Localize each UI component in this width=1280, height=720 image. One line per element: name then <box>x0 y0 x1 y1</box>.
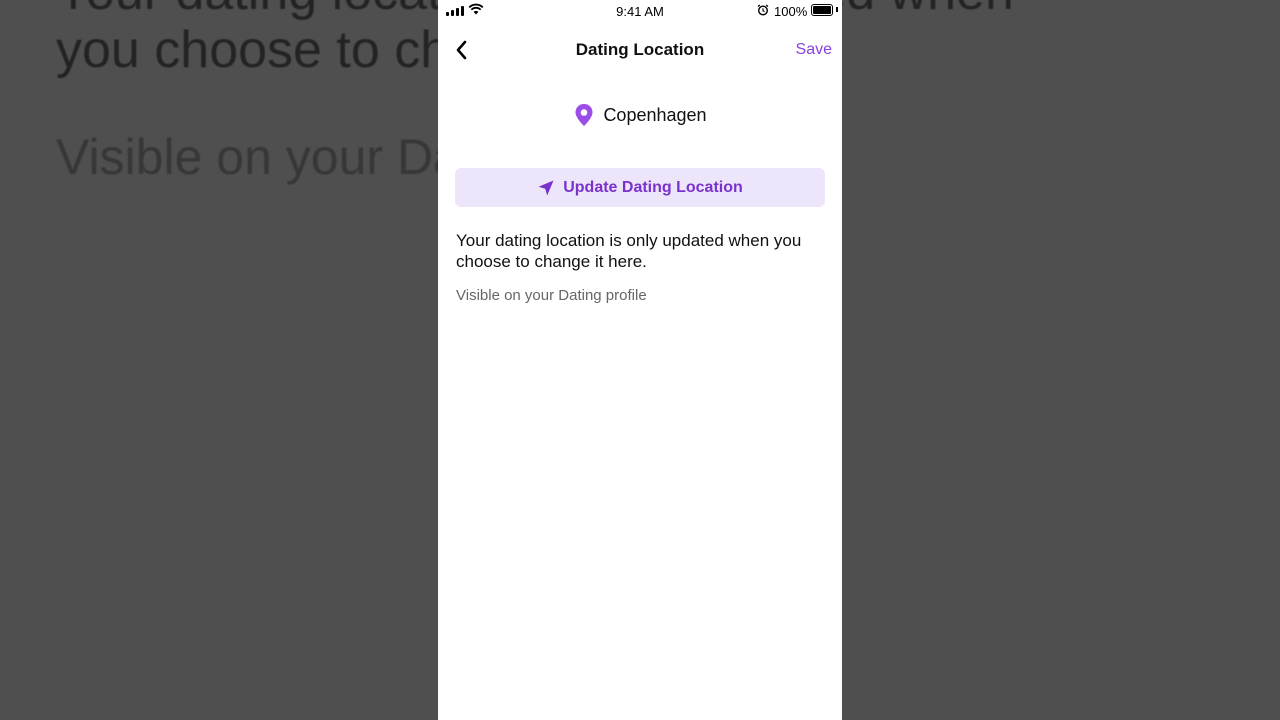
battery-tip <box>836 7 838 12</box>
navigation-arrow-icon <box>538 180 554 195</box>
battery-percent: 100% <box>774 4 808 19</box>
save-button[interactable]: Save <box>796 41 832 59</box>
current-location: Copenhagen <box>438 102 842 128</box>
alarm-icon <box>757 4 769 16</box>
update-button-label: Update Dating Location <box>563 178 743 196</box>
status-bar: 9:41 AM 100% <box>438 0 842 22</box>
visibility-note: Visible on your Dating profile <box>456 287 647 304</box>
battery-icon <box>811 4 833 16</box>
navigation-bar: Dating Location Save <box>438 30 842 70</box>
phone-screen: 9:41 AM 100% Dating Location Save Copenh… <box>438 0 842 720</box>
location-info-text: Your dating location is only updated whe… <box>456 231 802 271</box>
location-pin-icon <box>575 104 593 126</box>
update-dating-location-button[interactable]: Update Dating Location <box>455 168 825 207</box>
page-title: Dating Location <box>575 40 705 59</box>
location-name: Copenhagen <box>603 104 707 125</box>
